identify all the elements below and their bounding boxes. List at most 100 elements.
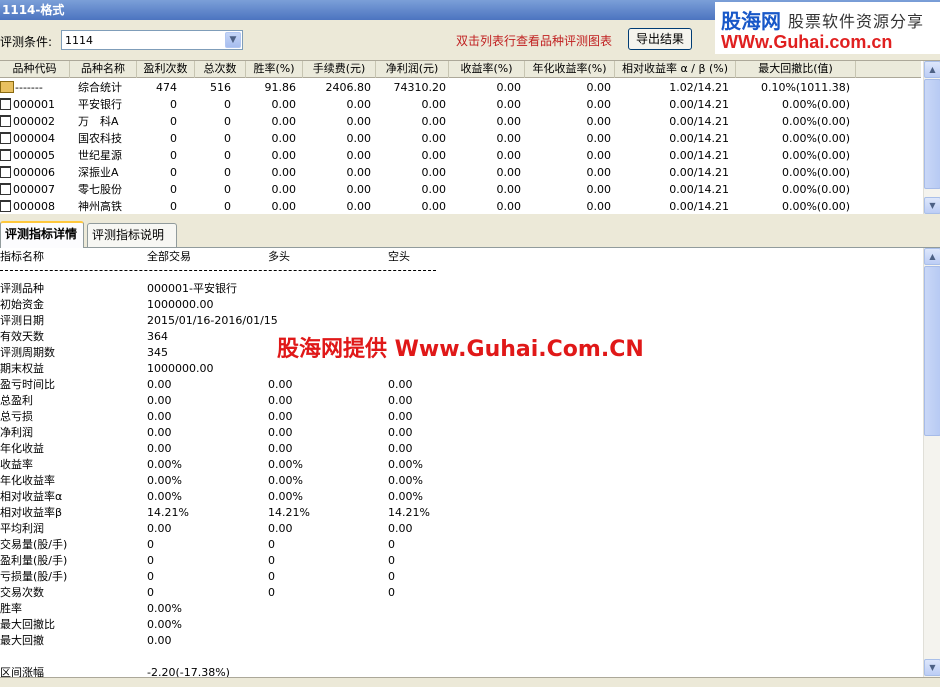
scroll-down-icon[interactable]: ▼ bbox=[924, 197, 940, 214]
cell-dd: 0.00%(0.00) bbox=[781, 115, 850, 128]
cell-win: 0 bbox=[170, 200, 177, 213]
cell-total: 0 bbox=[224, 132, 231, 145]
detail-row: 盈亏时间比 0.00 0.00 0.00 bbox=[0, 377, 921, 393]
column-header[interactable]: 品种代码 bbox=[0, 61, 70, 78]
cell-ret: 0.00 bbox=[496, 115, 522, 128]
metric-value: 0.00 bbox=[388, 410, 413, 423]
scroll-up-icon[interactable]: ▲ bbox=[924, 248, 940, 265]
table-row[interactable]: 000006 深振业A 0 0 0.00 0.00 0.00 0.00 0.00 0.00/14.… bbox=[0, 164, 921, 181]
grid-scroll-thumb[interactable] bbox=[924, 79, 940, 189]
metric-name: 亏损量(股/手) bbox=[0, 570, 68, 583]
detail-row: 评测日期 2015/01/16-2016/01/15 bbox=[0, 313, 921, 329]
criteria-select[interactable]: 1114 ▼ bbox=[61, 30, 243, 50]
column-header[interactable]: 收益率(%) bbox=[449, 61, 525, 78]
column-header[interactable]: 手续费(元) bbox=[303, 61, 376, 78]
metric-name: 收益率 bbox=[0, 458, 33, 471]
cell-total: 0 bbox=[224, 183, 231, 196]
cell-rel: 0.00/14.21 bbox=[669, 115, 729, 128]
cell-name: 综合统计 bbox=[78, 81, 122, 94]
metric-value: 14.21% bbox=[388, 506, 430, 519]
metric-value: 0.00% bbox=[147, 490, 182, 503]
column-header[interactable]: 胜率(%) bbox=[246, 61, 303, 78]
metric-value: 0.00% bbox=[268, 458, 303, 471]
table-row[interactable]: 000002 万 科A 0 0 0.00 0.00 0.00 0.00 0.00 0.00/14.… bbox=[0, 113, 921, 130]
column-header[interactable]: 年化收益率(%) bbox=[525, 61, 615, 78]
cell-rate: 0.00 bbox=[271, 166, 297, 179]
metric-name: 盈亏时间比 bbox=[0, 378, 55, 391]
detail-row: 盈利量(股/手) 0 0 0 bbox=[0, 553, 921, 569]
metric-value: 364 bbox=[147, 330, 168, 343]
metric-name: 有效天数 bbox=[0, 330, 44, 343]
column-header[interactable]: 最大回撤比(值) bbox=[736, 61, 856, 78]
cell-dd: 0.00%(0.00) bbox=[781, 166, 850, 179]
scroll-down-icon[interactable]: ▼ bbox=[924, 659, 940, 676]
metric-value: 000001-平安银行 bbox=[147, 282, 237, 295]
column-header[interactable]: 品种名称 bbox=[70, 61, 137, 78]
cell-rel: 0.00/14.21 bbox=[669, 166, 729, 179]
brand-banner: 股海网 股票软件资源分享 WWw.Guhai.com.cn bbox=[715, 2, 940, 54]
chevron-down-icon[interactable]: ▼ bbox=[225, 32, 241, 48]
metric-name: 交易次数 bbox=[0, 586, 44, 599]
cell-profit: 0.00 bbox=[421, 200, 447, 213]
metric-value: 0.00% bbox=[388, 458, 423, 471]
table-row[interactable]: 000007 零七股份 0 0 0.00 0.00 0.00 0.00 0.00 0.00/14.… bbox=[0, 181, 921, 198]
detail-row: 最大回撤比 0.00% bbox=[0, 617, 921, 633]
detail-row: 收益率 0.00% 0.00% 0.00% bbox=[0, 457, 921, 473]
cell-win: 0 bbox=[170, 98, 177, 111]
metric-value: 0 bbox=[268, 586, 275, 599]
window-title: 1114-格式 bbox=[2, 3, 65, 17]
cell-code-text: 000005 bbox=[13, 149, 55, 162]
metric-value: 0.00 bbox=[147, 394, 172, 407]
detail-row: 评测品种 000001-平安银行 bbox=[0, 281, 921, 297]
watermark-text: 股海网提供 Www.Guhai.Com.CN bbox=[277, 337, 644, 362]
detail-row: 亏损量(股/手) 0 0 0 bbox=[0, 569, 921, 585]
detail-row: 初始资金 1000000.00 bbox=[0, 297, 921, 313]
cell-rel: 0.00/14.21 bbox=[669, 132, 729, 145]
metric-value: 0.00 bbox=[147, 634, 172, 647]
metric-value: 0.00 bbox=[147, 378, 172, 391]
cell-win: 0 bbox=[170, 149, 177, 162]
detail-header-row: 指标名称 全部交易 多头 空头 bbox=[0, 249, 921, 265]
metric-name: 年化收益 bbox=[0, 442, 44, 455]
detail-row bbox=[0, 649, 921, 665]
cell-dd: 0.00%(0.00) bbox=[781, 200, 850, 213]
detail-row: 交易次数 0 0 0 bbox=[0, 585, 921, 601]
tab-detail[interactable]: 评测指标详情 bbox=[0, 221, 84, 248]
detail-header: 空头 bbox=[388, 250, 410, 263]
cell-name: 世纪星源 bbox=[78, 149, 122, 162]
column-header[interactable]: 盈利次数 bbox=[137, 61, 195, 78]
metric-name: 交易量(股/手) bbox=[0, 538, 68, 551]
metric-name: 总盈利 bbox=[0, 394, 33, 407]
scroll-up-icon[interactable]: ▲ bbox=[924, 61, 940, 78]
cell-rate: 0.00 bbox=[271, 115, 297, 128]
brand-url: WWw.Guhai.com.cn bbox=[721, 32, 893, 52]
column-header[interactable]: 净利润(元) bbox=[376, 61, 449, 78]
metric-value: 0.00% bbox=[147, 618, 182, 631]
export-button[interactable]: 导出结果 bbox=[628, 28, 692, 50]
cell-code-text: 000008 bbox=[13, 200, 55, 213]
table-row[interactable]: 000008 神州高铁 0 0 0.00 0.00 0.00 0.00 0.00 0.00/14.… bbox=[0, 198, 921, 215]
brand-slogan: 股票软件资源分享 bbox=[788, 12, 925, 31]
hint-text: 双击列表行查看品种评测图表 bbox=[456, 34, 613, 48]
metric-value: 0.00 bbox=[388, 442, 413, 455]
cell-fee: 0.00 bbox=[346, 98, 372, 111]
detail-scrollbar[interactable]: ▲ ▼ bbox=[923, 248, 940, 677]
column-header[interactable]: 相对收益率 α / β (%) bbox=[615, 61, 736, 78]
cell-profit: 0.00 bbox=[421, 183, 447, 196]
grid-scrollbar[interactable]: ▲ ▼ bbox=[923, 61, 940, 214]
metric-value: 0 bbox=[147, 554, 154, 567]
table-row[interactable]: 000005 世纪星源 0 0 0.00 0.00 0.00 0.00 0.00 0.00/14.… bbox=[0, 147, 921, 164]
cell-win: 0 bbox=[170, 115, 177, 128]
tab-description[interactable]: 评测指标说明 bbox=[87, 223, 177, 247]
cell-fee: 2406.80 bbox=[325, 81, 372, 94]
cell-total: 0 bbox=[224, 200, 231, 213]
detail-scroll-thumb[interactable] bbox=[924, 266, 940, 436]
table-row[interactable]: 000001 平安银行 0 0 0.00 0.00 0.00 0.00 0.00 0.00/14.… bbox=[0, 96, 921, 113]
column-header[interactable]: 总次数 bbox=[195, 61, 246, 78]
cell-win: 0 bbox=[170, 166, 177, 179]
table-row[interactable]: ------- 综合统计 474 516 91.86 2406.80 74310.20 0.0… bbox=[0, 79, 921, 96]
table-row[interactable]: 000004 国农科技 0 0 0.00 0.00 0.00 0.00 0.00 0.00/14.… bbox=[0, 130, 921, 147]
metric-name: 相对收益率β bbox=[0, 506, 63, 519]
detail-header: 全部交易 bbox=[147, 250, 191, 263]
cell-profit: 0.00 bbox=[421, 149, 447, 162]
